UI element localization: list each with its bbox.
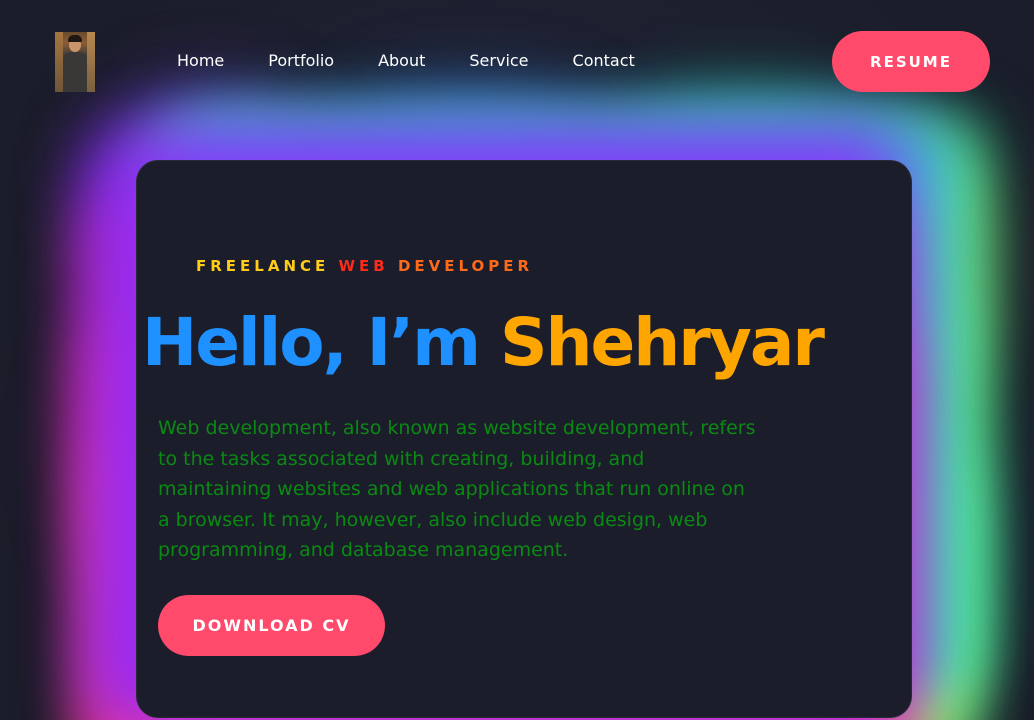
subtitle-web: WEB	[338, 257, 398, 275]
hero-headline: Hello, I’m Shehryar	[142, 300, 825, 386]
resume-button[interactable]: RESUME	[832, 31, 990, 92]
subtitle-developer: DEVELOPER	[397, 257, 534, 275]
hero-description: Web development, also known as website d…	[158, 417, 756, 561]
avatar[interactable]	[55, 32, 95, 92]
main-nav: Home Portfolio About Service Contact	[177, 50, 635, 72]
avatar-bg-left	[55, 32, 63, 92]
headline-hello: Hello, I’m	[142, 304, 501, 381]
nav-link-portfolio[interactable]: Portfolio	[268, 50, 334, 72]
nav-link-contact[interactable]: Contact	[573, 50, 635, 72]
avatar-bg-right	[87, 32, 95, 92]
headline-name: Shehryar	[500, 304, 825, 381]
header: Home Portfolio About Service Contact RES…	[0, 0, 1034, 120]
hero-subtitle: FREELANCE WEB DEVELOPER	[196, 257, 533, 275]
page: Home Portfolio About Service Contact RES…	[0, 0, 1034, 720]
download-cv-button[interactable]: DOWNLOAD CV	[158, 595, 385, 656]
nav-link-home[interactable]: Home	[177, 50, 224, 72]
nav-link-about[interactable]: About	[378, 50, 425, 72]
subtitle-freelance: FREELANCE	[196, 257, 339, 275]
avatar-body	[63, 52, 87, 92]
nav-link-service[interactable]: Service	[469, 50, 528, 72]
avatar-hair	[68, 35, 82, 42]
